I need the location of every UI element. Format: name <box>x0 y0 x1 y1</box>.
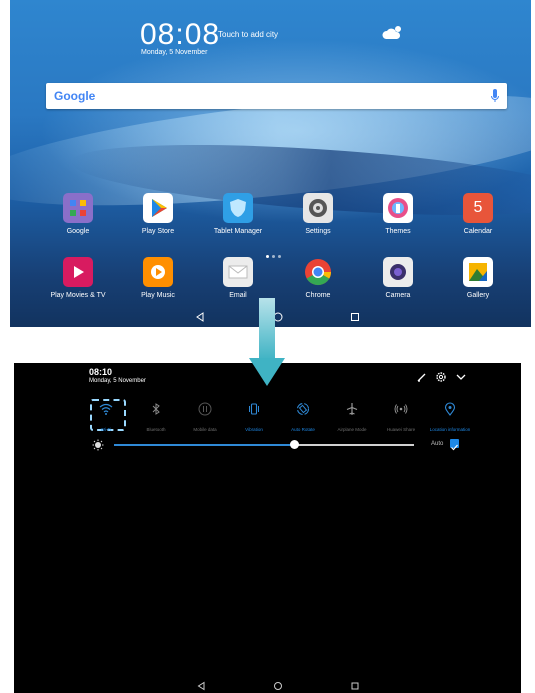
recents-icon[interactable] <box>349 311 361 323</box>
app-play-store[interactable]: Play Store <box>126 193 190 235</box>
app-gallery[interactable]: Gallery <box>446 257 510 299</box>
camera-icon <box>383 257 413 287</box>
app-label: Play Music <box>141 292 175 299</box>
toggle-location[interactable]: Location information <box>426 401 474 433</box>
brightness-icon <box>92 439 104 451</box>
play-music-icon <box>143 257 173 287</box>
airplane-icon <box>346 403 358 415</box>
edit-icon[interactable] <box>416 371 428 383</box>
google-folder-icon <box>63 193 93 223</box>
toggle-airplane-mode[interactable]: Airplane Mode <box>328 401 376 433</box>
back-icon[interactable] <box>194 311 206 323</box>
toggle-label: Airplane Mode <box>337 427 367 432</box>
toggle-label: Bluetooth <box>146 427 166 432</box>
google-logo: Google <box>54 89 96 103</box>
app-camera[interactable]: Camera <box>366 257 430 299</box>
home-icon[interactable] <box>273 681 283 691</box>
toggle-auto-rotate[interactable]: Auto Rotate <box>279 401 327 433</box>
gallery-icon <box>463 257 493 287</box>
app-tablet-manager[interactable]: Tablet Manager <box>206 193 270 235</box>
mobile-data-icon <box>198 402 212 416</box>
page-indicator <box>266 245 286 258</box>
checkmark-icon <box>451 444 458 451</box>
home-date: Monday, 5 November <box>141 49 208 56</box>
location-icon <box>444 402 456 416</box>
panel-date: Monday, 5 November <box>89 378 146 384</box>
chevron-down-icon[interactable] <box>455 371 467 383</box>
app-label: Camera <box>385 292 411 299</box>
swipe-down-arrow-icon <box>249 298 285 386</box>
microphone-icon[interactable] <box>491 89 499 103</box>
app-google[interactable]: Google <box>46 193 110 235</box>
app-label: Tablet Manager <box>213 228 263 235</box>
app-chrome[interactable]: Chrome <box>286 257 350 299</box>
brush-icon <box>383 193 413 223</box>
panel-time: 08:10 <box>89 367 113 377</box>
add-city-link[interactable]: Touch to add city <box>218 30 278 39</box>
gear-icon <box>303 193 333 223</box>
app-label: Themes <box>385 228 411 235</box>
app-play-movies[interactable]: Play Movies & TV <box>46 257 110 299</box>
toggle-label: Vibration <box>245 427 263 432</box>
toggle-huawei-share[interactable]: Huawei Share <box>377 401 425 433</box>
share-icon <box>394 404 408 414</box>
app-label: Play Store <box>141 228 175 235</box>
calendar-icon: 5 <box>463 193 493 223</box>
shield-icon <box>223 193 253 223</box>
calendar-day: 5 <box>473 199 483 216</box>
auto-brightness-checkbox[interactable] <box>450 439 459 451</box>
toggle-vibration[interactable]: Vibration <box>230 401 278 433</box>
app-play-music[interactable]: Play Music <box>126 257 190 299</box>
toggle-label: Huawei Share <box>386 427 416 432</box>
toggle-bluetooth[interactable]: Bluetooth <box>132 401 180 433</box>
google-search-bar[interactable]: Google <box>46 83 507 109</box>
app-email[interactable]: Email <box>206 257 270 299</box>
settings-gear-icon[interactable] <box>435 371 447 383</box>
app-label: Play Movies & TV <box>50 292 106 299</box>
app-calendar[interactable]: 5 Calendar <box>446 193 510 235</box>
play-store-icon <box>143 193 173 223</box>
toggle-wifi[interactable]: Wi-Fi <box>82 401 130 433</box>
notification-panel: 08:10 Monday, 5 November Wi-Fi Bluetooth… <box>14 363 521 693</box>
home-screen: 08:08 Touch to add city Monday, 5 Novemb… <box>10 0 531 327</box>
auto-brightness-label: Auto <box>431 441 444 447</box>
brightness-slider-rest <box>294 444 414 446</box>
app-themes[interactable]: Themes <box>366 193 430 235</box>
app-label: Chrome <box>305 292 331 299</box>
envelope-icon <box>223 257 253 287</box>
toggle-label: Location information <box>429 427 471 432</box>
brightness-row: Auto <box>90 439 472 451</box>
auto-rotate-icon <box>296 402 310 416</box>
toggle-label: Auto Rotate <box>291 427 315 432</box>
toggle-label: Wi-Fi <box>100 427 112 432</box>
brightness-slider-thumb[interactable] <box>290 440 299 449</box>
bluetooth-icon <box>152 403 160 415</box>
app-label: Calendar <box>463 228 493 235</box>
toggle-label: Mobile data <box>193 427 217 432</box>
play-movies-icon <box>63 257 93 287</box>
recents-icon[interactable] <box>350 681 360 691</box>
app-settings[interactable]: Settings <box>286 193 350 235</box>
clock-widget[interactable]: 08:08 <box>140 18 220 52</box>
app-label: Google <box>66 228 90 235</box>
toggle-mobile-data[interactable]: Mobile data <box>181 401 229 433</box>
weather-cloud-icon[interactable] <box>382 24 404 42</box>
app-label: Gallery <box>466 292 490 299</box>
back-icon[interactable] <box>196 681 206 691</box>
chrome-icon <box>303 257 333 287</box>
wifi-icon <box>99 403 113 415</box>
app-label: Settings <box>305 228 331 235</box>
vibration-icon <box>249 403 259 415</box>
